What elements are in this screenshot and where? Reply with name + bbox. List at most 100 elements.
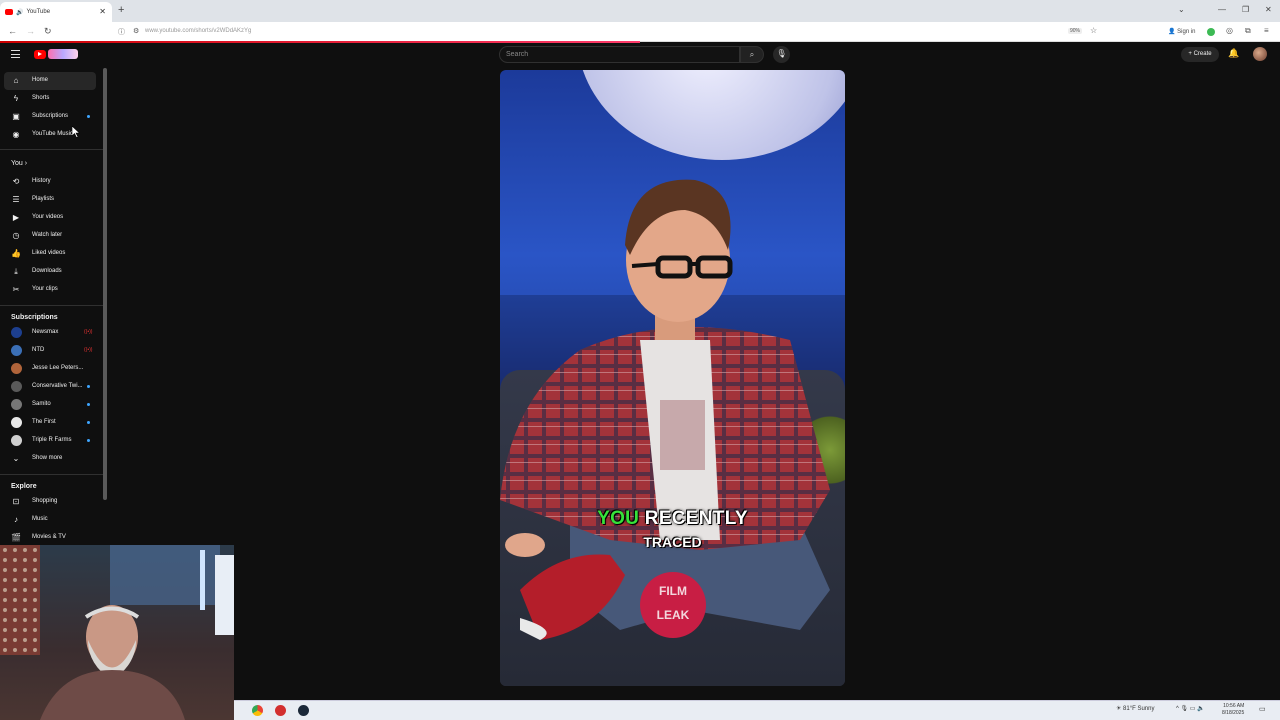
sidebar-item-downloads[interactable]: ⤓ Downloads <box>4 263 96 281</box>
sidebar-channel-triple-r-farms[interactable]: Triple R Farms <box>4 432 96 450</box>
tab-search-icon[interactable]: ⌄ <box>1178 5 1185 14</box>
close-tab-icon[interactable]: ✕ <box>99 7 106 16</box>
sidebar-scrollbar[interactable] <box>103 68 107 500</box>
channel-avatar <box>11 363 22 374</box>
show-more-button[interactable]: ⌄ Show more <box>4 450 96 468</box>
sidebar-item-shorts[interactable]: ϟ Shorts <box>4 90 96 108</box>
back-icon[interactable]: ← <box>8 26 17 36</box>
new-content-dot <box>87 421 90 424</box>
youtube-logo[interactable] <box>34 48 78 60</box>
sidebar-channel-jesse-lee-peterson[interactable]: Jesse Lee Peters... <box>4 360 96 378</box>
brave-app-icon[interactable] <box>275 705 286 716</box>
sidebar-channel-samito[interactable]: Samito <box>4 396 96 414</box>
sidebar-item-playlists[interactable]: ☰ Playlists <box>4 191 96 209</box>
page-load-progress-bar <box>0 41 640 43</box>
sidebar-item-music[interactable]: ♪ Music <box>4 511 96 529</box>
film-reel-icon <box>640 598 706 608</box>
sign-in-label: Sign in <box>1177 29 1196 35</box>
music-icon: ◉ <box>12 130 20 139</box>
sidebar-channel-conservative-twins[interactable]: Conservative Twi... <box>4 378 96 396</box>
browser-tab[interactable]: 🔊 YouTube ✕ <box>0 2 112 22</box>
voice-search-button[interactable]: 🎙 <box>773 46 790 63</box>
weather-widget[interactable]: ☀ 81°F Sunny <box>1116 705 1154 712</box>
sidebar-item-label: YouTube Music <box>32 131 73 137</box>
sidebar-item-youtube-music[interactable]: ◉ YouTube Music <box>4 126 96 144</box>
extension-circle-icon[interactable]: ◎ <box>1226 26 1233 35</box>
sidebar-subscriptions-heading: Subscriptions <box>11 314 58 321</box>
sidebar-channel-ntd[interactable]: NTD ((•)) <box>4 342 96 360</box>
info-icon[interactable]: ⓘ <box>118 27 125 37</box>
sidebar-item-watch-later[interactable]: ◷ Watch later <box>4 227 96 245</box>
new-content-dot <box>87 385 90 388</box>
create-button[interactable]: + Create <box>1181 47 1219 62</box>
video-caption-line-1: YOU RECENTLY <box>500 508 845 530</box>
reload-icon[interactable]: ↻ <box>44 26 52 37</box>
notification-center-icon[interactable]: ▭ <box>1259 705 1266 713</box>
microphone-icon: 🎙 <box>776 49 787 58</box>
bookmark-star-icon[interactable]: ☆ <box>1090 26 1097 35</box>
sidebar-item-label: Liked videos <box>32 250 66 256</box>
live-icon: ((•)) <box>84 329 93 335</box>
steam-app-icon[interactable] <box>298 705 309 716</box>
sidebar-item-label: Triple R Farms <box>32 437 72 443</box>
tray-icons: ^ 🎙 ▭ 🔈 <box>1176 705 1205 712</box>
forward-icon[interactable]: → <box>26 26 35 36</box>
sidebar-item-subscriptions[interactable]: ▣ Subscriptions <box>4 108 96 126</box>
sidebar-item-shopping[interactable]: ⊡ Shopping <box>4 493 96 511</box>
home-icon: ⌂ <box>13 76 19 85</box>
channel-avatar <box>11 345 22 356</box>
sidebar-item-label: Conservative Twi... <box>32 383 83 389</box>
sign-in-button[interactable]: 👤 Sign in <box>1168 28 1196 35</box>
sidebar-item-label: History <box>32 178 51 184</box>
sidebar-item-liked-videos[interactable]: 👍 Liked videos <box>4 245 96 263</box>
thumbs-up-icon: 👍 <box>11 249 21 258</box>
shorts-icon: ϟ <box>13 94 19 103</box>
sidebar-item-history[interactable]: ⟲ History <box>4 173 96 191</box>
doodle-logo <box>48 49 78 59</box>
shorts-video-player[interactable]: YOU RECENTLY TRACED FILM LEAK <box>500 70 845 686</box>
search-input[interactable]: Search <box>499 46 740 63</box>
new-tab-button[interactable]: + <box>118 4 124 16</box>
playlists-icon: ☰ <box>12 195 20 204</box>
sidebar-item-label: Shopping <box>32 498 58 504</box>
extension-icon[interactable] <box>1207 28 1215 36</box>
sidebar-item-label: Movies & TV <box>32 534 66 540</box>
sidebar-item-label: Jesse Lee Peters... <box>32 365 84 371</box>
sidebar-channel-newsmax[interactable]: Newsmax ((•)) <box>4 324 96 342</box>
shopping-bag-icon: ⊡ <box>12 497 20 506</box>
sidebar-you-heading[interactable]: You › <box>11 160 27 167</box>
zoom-indicator[interactable]: 90% <box>1068 28 1083 34</box>
tab-title: YouTube <box>26 9 51 15</box>
microphone-tray-icon[interactable]: 🎙 <box>1181 706 1189 712</box>
sidebar-item-your-videos[interactable]: ▶ Your videos <box>4 209 96 227</box>
chrome-app-icon[interactable] <box>252 705 263 716</box>
taskbar-clock[interactable]: 10:56 AM 8/18/2025 <box>1222 703 1244 717</box>
speaker-icon: 🔊 <box>16 9 24 16</box>
site-settings-icon[interactable]: ⚙ <box>133 27 139 35</box>
channel-avatar <box>11 435 22 446</box>
network-icon[interactable]: ▭ <box>1190 706 1196 712</box>
you-label: You <box>11 160 23 167</box>
hamburger-menu-icon[interactable] <box>11 50 20 58</box>
sidebar-item-your-clips[interactable]: ✂ Your clips <box>4 281 96 299</box>
webcam-overlay <box>0 545 234 720</box>
url-field[interactable]: www.youtube.com/shorts/v2WDdAKzYg <box>145 28 251 34</box>
create-label: Create <box>1193 51 1212 57</box>
menu-icon[interactable]: ≡ <box>1264 26 1269 35</box>
history-icon: ⟲ <box>12 177 20 186</box>
sidebar-item-label: Home <box>32 77 49 83</box>
puzzle-icon[interactable]: ⧉ <box>1245 26 1251 36</box>
search-button[interactable]: ⌕ <box>740 46 764 63</box>
volume-icon[interactable]: 🔈 <box>1197 706 1204 712</box>
youtube-play-icon <box>34 49 46 59</box>
sidebar-channel-the-first[interactable]: The First <box>4 414 96 432</box>
notifications-bell-icon[interactable]: 🔔 <box>1228 48 1239 59</box>
video-caption-line-2: TRACED <box>643 534 702 550</box>
avatar[interactable] <box>1253 47 1267 61</box>
sidebar-item-home[interactable]: ⌂ Home <box>4 72 96 90</box>
minimize-icon[interactable]: — <box>1218 5 1226 14</box>
restore-icon[interactable]: ❐ <box>1242 5 1249 14</box>
chevron-up-icon[interactable]: ^ <box>1176 706 1179 712</box>
close-window-icon[interactable]: ✕ <box>1265 5 1272 14</box>
new-content-dot <box>87 439 90 442</box>
